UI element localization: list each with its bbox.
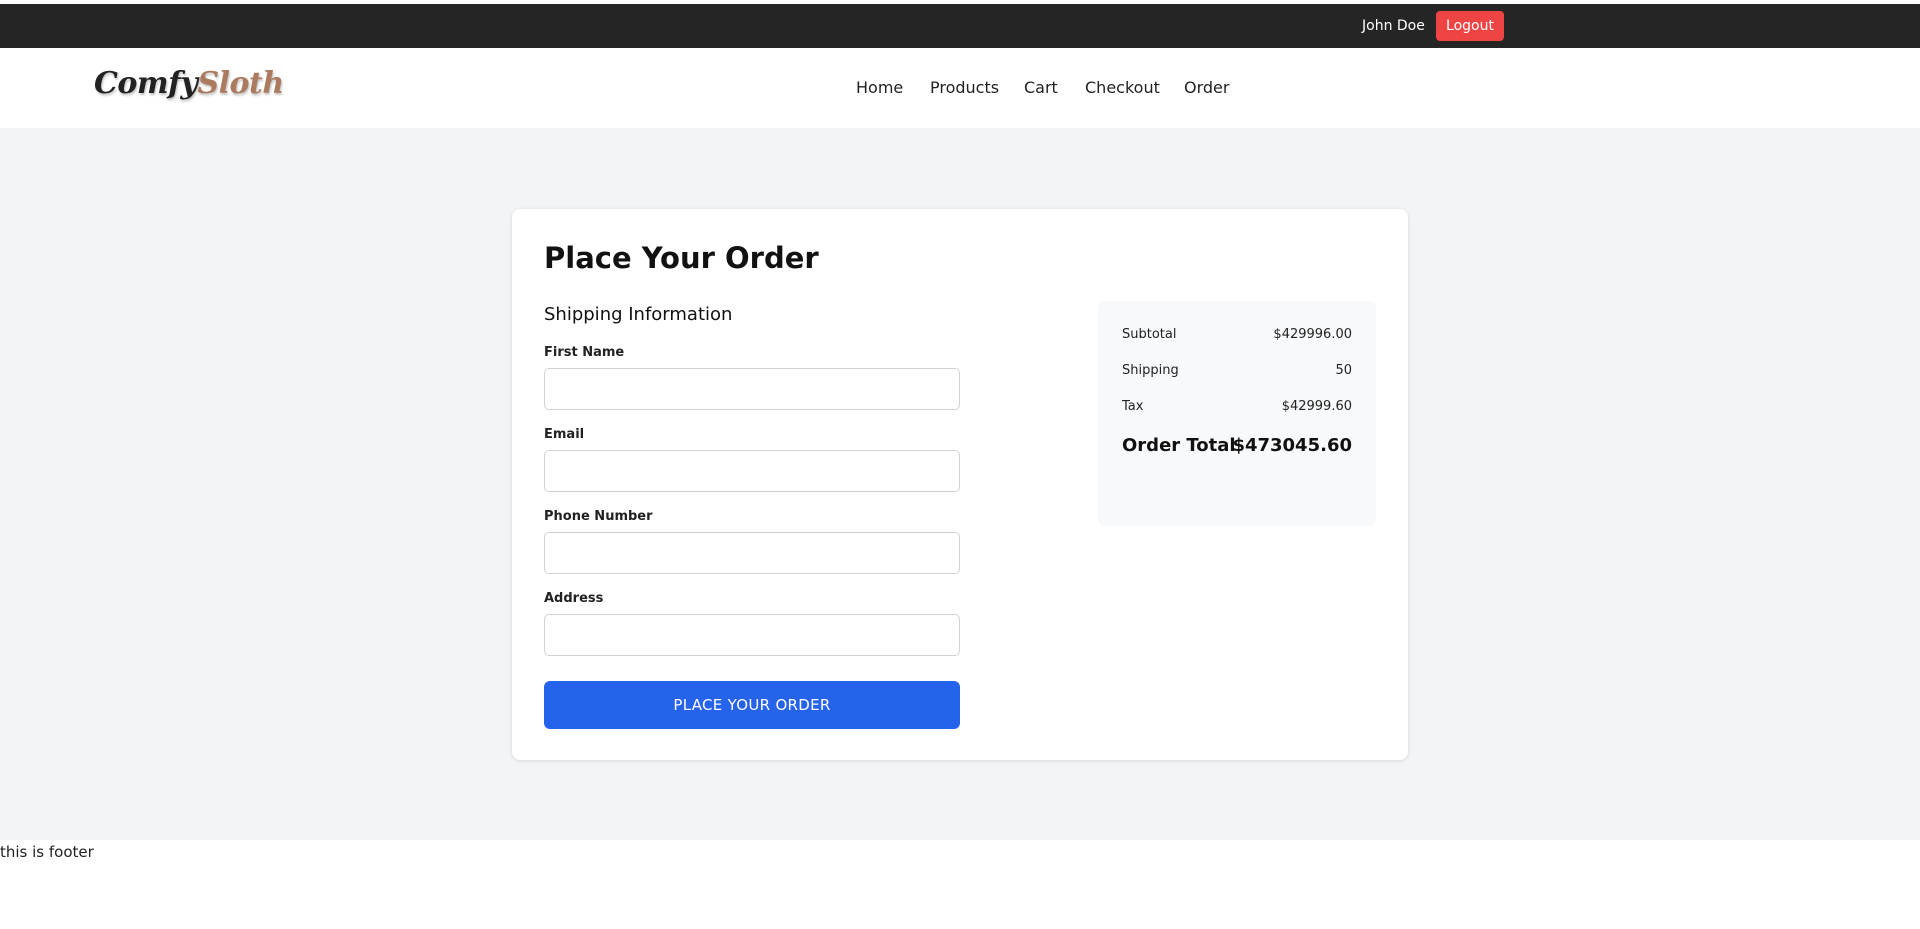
logo-part-comfy: Comfy [94, 66, 198, 101]
phone-number-field[interactable] [544, 532, 960, 574]
main-content: Place Your Order Shipping Information Fi… [0, 128, 1920, 840]
nav-link-home[interactable]: Home [856, 48, 903, 128]
page-title: Place Your Order [544, 241, 819, 275]
email-label: Email [544, 427, 585, 442]
logo-part-sloth: Sloth [197, 66, 284, 101]
subtotal-value: $429996.00 [1273, 327, 1352, 342]
subtotal-label: Subtotal [1122, 327, 1177, 342]
tax-row: Tax $42999.60 [1122, 399, 1352, 419]
nav-link-checkout[interactable]: Checkout [1085, 48, 1160, 128]
email-field[interactable] [544, 450, 960, 492]
order-total-label: Order Total [1122, 435, 1236, 456]
user-name: John Doe [1362, 18, 1425, 34]
order-summary: Subtotal $429996.00 Shipping 50 Tax $429… [1098, 301, 1376, 526]
nav-link-cart[interactable]: Cart [1024, 48, 1058, 128]
logout-button[interactable]: Logout [1436, 11, 1504, 41]
shipping-value: 50 [1335, 363, 1352, 378]
order-total-row: Order Total $473045.60 [1122, 435, 1352, 459]
subtotal-row: Subtotal $429996.00 [1122, 327, 1352, 347]
nav-link-order[interactable]: Order [1184, 48, 1229, 128]
navbar: ComfySloth Home Products Cart Checkout O… [0, 48, 1920, 128]
top-bar: John Doe Logout [0, 4, 1920, 48]
order-total-value: $473045.60 [1232, 435, 1352, 456]
checkout-card: Place Your Order Shipping Information Fi… [512, 209, 1408, 760]
nav-link-products[interactable]: Products [930, 48, 999, 128]
address-field[interactable] [544, 614, 960, 656]
first-name-field[interactable] [544, 368, 960, 410]
shipping-row: Shipping 50 [1122, 363, 1352, 383]
first-name-label: First Name [544, 345, 625, 360]
logo[interactable]: ComfySloth [94, 66, 284, 101]
tax-label: Tax [1122, 399, 1144, 414]
section-title: Shipping Information [544, 304, 733, 325]
address-label: Address [544, 591, 604, 606]
footer: this is footer [0, 843, 94, 861]
shipping-label: Shipping [1122, 363, 1179, 378]
place-order-button[interactable]: PLACE YOUR ORDER [544, 681, 960, 729]
tax-value: $42999.60 [1281, 399, 1352, 414]
phone-number-label: Phone Number [544, 509, 653, 524]
